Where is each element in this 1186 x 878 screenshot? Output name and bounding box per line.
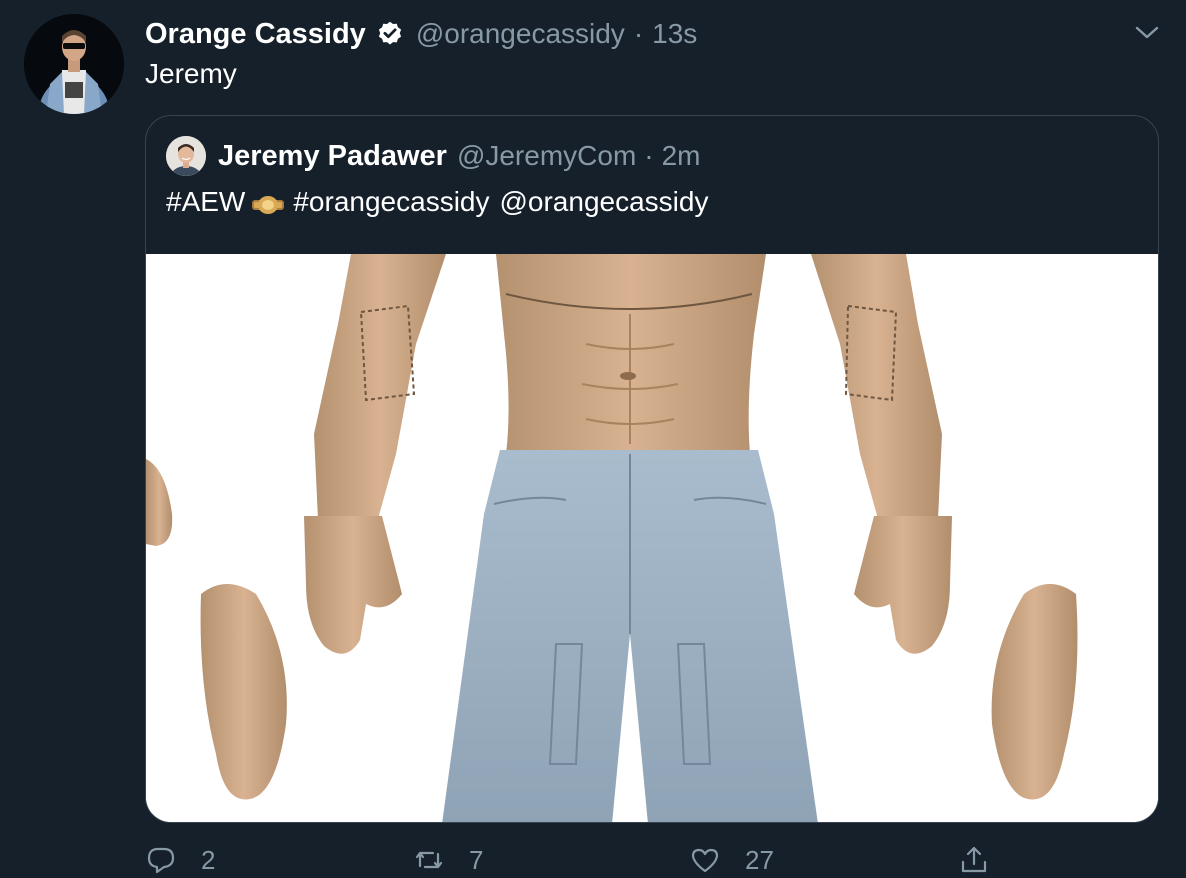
mention-orangecassidy[interactable]: @orangecassidy: [499, 186, 708, 218]
tweet-header: Orange Cassidy @orangecassidy · 13s: [145, 16, 697, 52]
like-count: 27: [745, 844, 774, 875]
quoted-author-avatar[interactable]: [166, 136, 206, 176]
reply-button[interactable]: 2: [145, 844, 215, 876]
retweet-icon: [415, 851, 443, 869]
quoted-author-display-name[interactable]: Jeremy Padawer: [218, 140, 447, 173]
separator-dot: ·: [633, 18, 644, 49]
reply-count: 2: [201, 844, 216, 875]
retweet-count: 7: [469, 844, 484, 875]
verified-badge-icon: [376, 20, 404, 48]
quoted-tweet[interactable]: Jeremy Padawer @JeremyCom · 2m #AEW #ora…: [145, 115, 1159, 823]
like-button[interactable]: 27: [689, 844, 774, 876]
championship-belt-icon: [251, 191, 285, 214]
quoted-tweet-header: Jeremy Padawer @JeremyCom · 2m: [218, 138, 701, 174]
quoted-tweet-image[interactable]: [146, 254, 1158, 822]
quoted-author-handle[interactable]: @JeremyCom: [457, 140, 636, 172]
share-button[interactable]: [958, 844, 990, 876]
quoted-tweet-text: #AEW #orangecassidy @orangecassidy: [166, 186, 708, 218]
sculpt-illustration: [146, 254, 1158, 822]
quoted-tweet-timestamp[interactable]: 2m: [662, 140, 701, 172]
tweet-text: Jeremy: [145, 58, 237, 89]
tweet: Orange Cassidy @orangecassidy · 13s Jere…: [0, 0, 1186, 878]
heart-icon: [691, 848, 719, 873]
retweet-button[interactable]: 7: [413, 844, 483, 876]
tweet-timestamp[interactable]: 13s: [652, 18, 697, 50]
reply-icon: [147, 847, 175, 874]
tweet-actions: 2 7 27: [145, 844, 1159, 878]
hashtag-orangecassidy[interactable]: #orangecassidy: [293, 186, 489, 218]
separator-dot: ·: [644, 140, 654, 171]
author-display-name[interactable]: Orange Cassidy: [145, 18, 366, 51]
author-handle[interactable]: @orangecassidy: [416, 18, 625, 50]
share-icon: [961, 846, 987, 873]
hashtag-aew[interactable]: #AEW: [166, 186, 245, 218]
chevron-down-icon[interactable]: [1132, 22, 1162, 44]
author-avatar[interactable]: [24, 14, 124, 114]
